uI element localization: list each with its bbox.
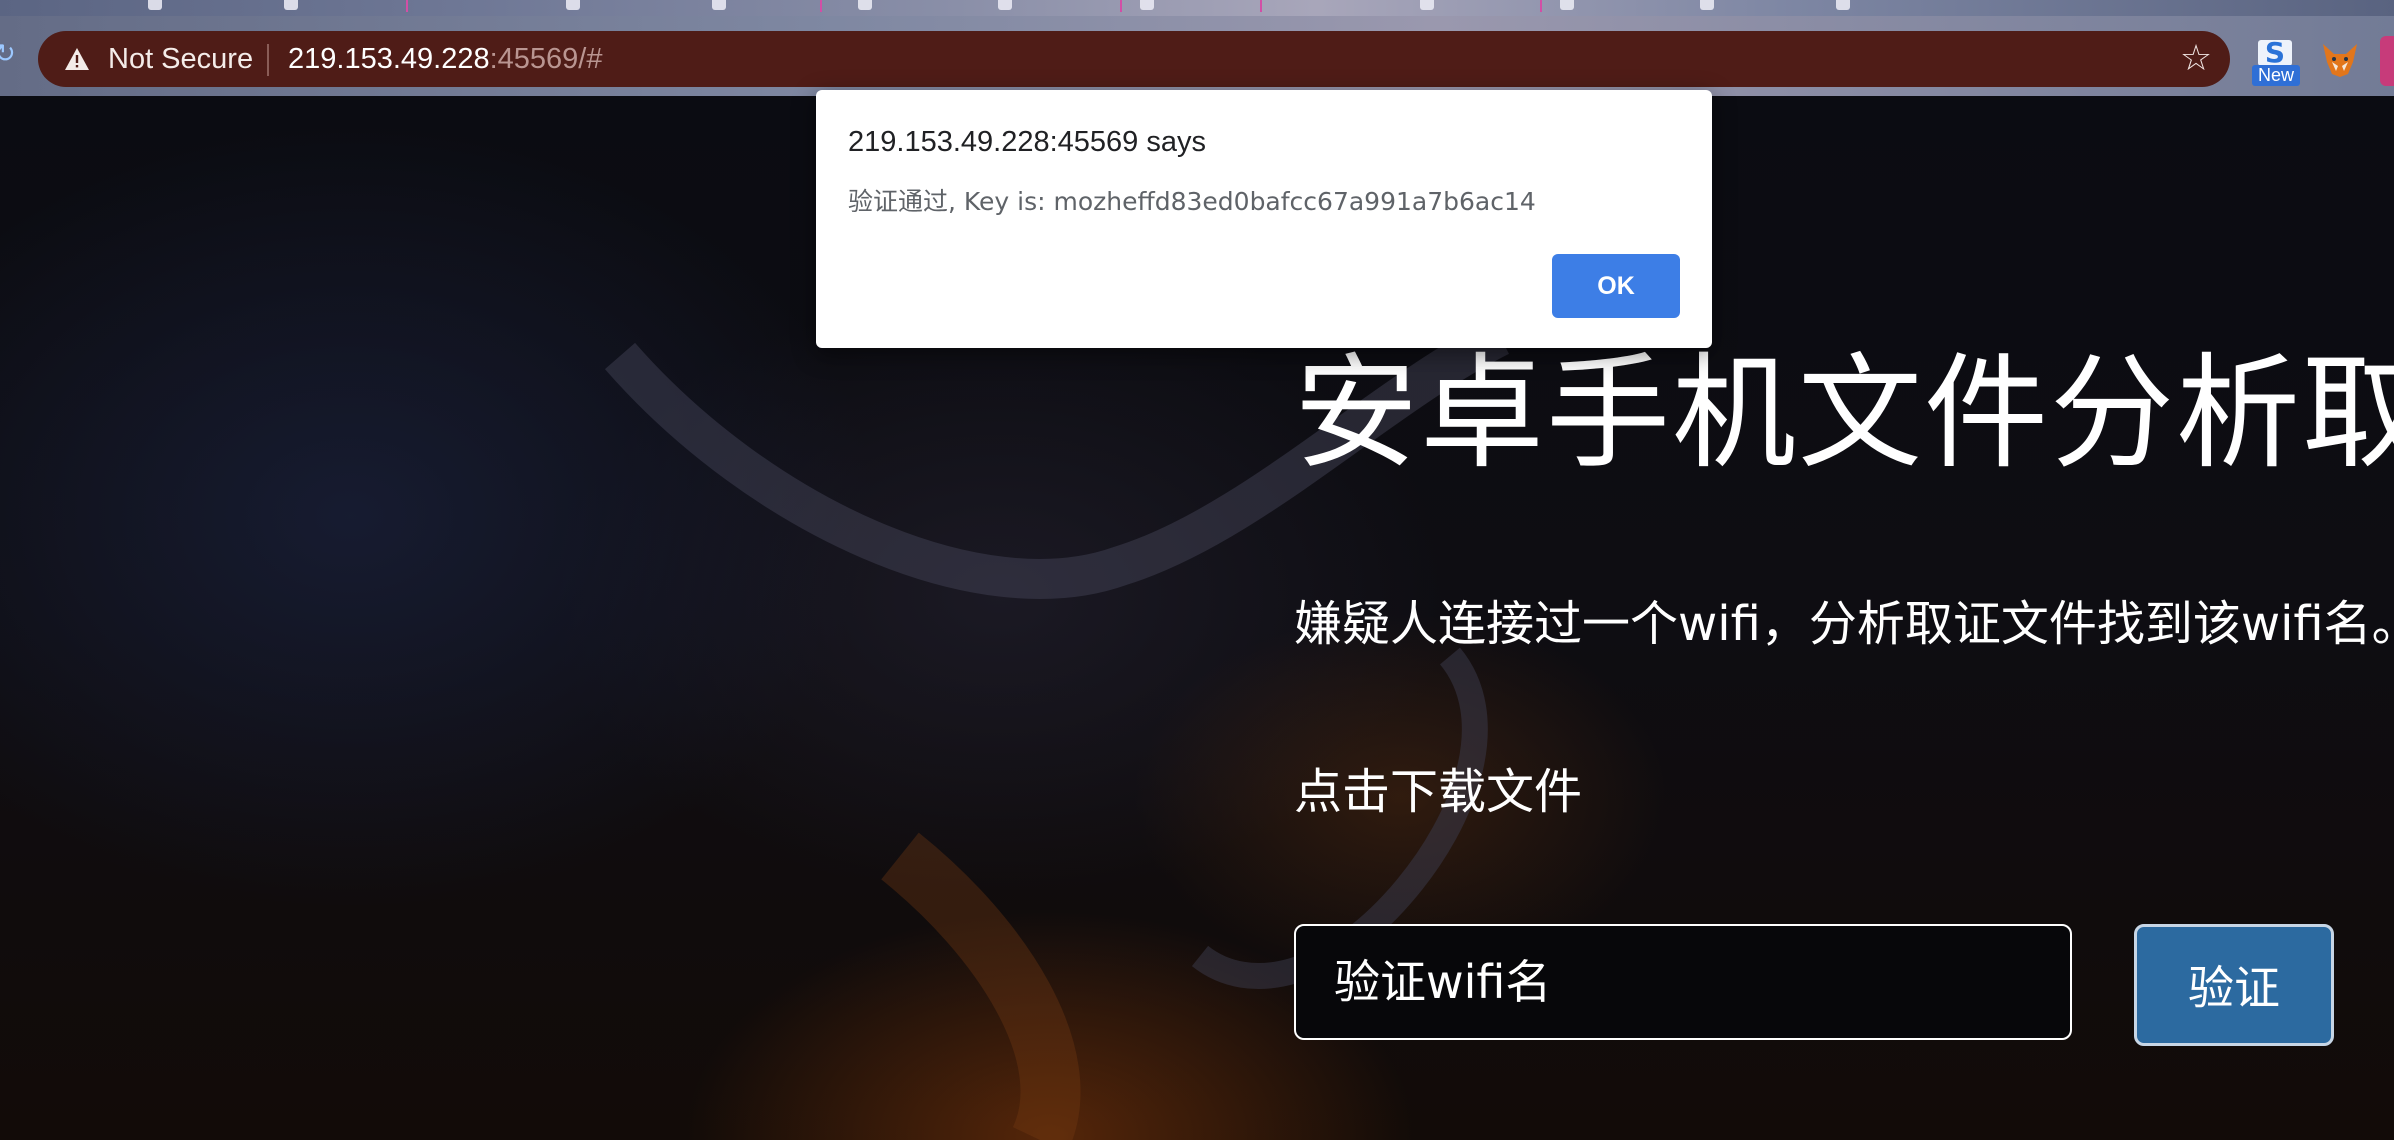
fox-extension-icon[interactable] — [2320, 40, 2360, 80]
tab-strip — [0, 0, 2394, 16]
page-title: 安卓手机文件分析取 — [1294, 342, 2394, 486]
reload-icon[interactable]: ↻ — [0, 40, 16, 66]
tab-separator — [1120, 0, 1122, 12]
ok-button[interactable]: OK — [1552, 254, 1680, 318]
wifi-name-input[interactable] — [1294, 924, 2072, 1040]
tab-favicon-icon[interactable] — [1420, 0, 1434, 10]
tab-favicon-icon[interactable] — [1836, 0, 1850, 10]
tab-favicon-icon[interactable] — [858, 0, 872, 10]
new-badge-extension-icon[interactable]: S New — [2252, 38, 2300, 86]
url-path: :45569/# — [489, 43, 603, 75]
tab-favicon-icon[interactable] — [712, 0, 726, 10]
extension-letter: S — [2258, 39, 2292, 67]
tab-favicon-icon[interactable] — [1140, 0, 1154, 10]
url-host: 219.153.49.228 — [288, 43, 490, 75]
tab-favicon-icon[interactable] — [284, 0, 298, 10]
tab-separator — [1540, 0, 1542, 12]
challenge-description: 嫌疑人连接过一个wifi，分析取证文件找到该wifi名。 — [1294, 596, 2394, 652]
alert-dialog: 219.153.49.228:45569 says 验证通过, Key is: … — [816, 90, 1712, 348]
tab-separator — [406, 0, 408, 12]
star-icon[interactable]: ☆ — [2178, 40, 2214, 76]
security-status-label[interactable]: Not Secure — [108, 43, 253, 75]
tab-favicon-icon[interactable] — [1560, 0, 1574, 10]
tab-favicon-icon[interactable] — [148, 0, 162, 10]
tab-favicon-icon[interactable] — [566, 0, 580, 10]
warning-icon[interactable] — [64, 47, 90, 71]
extension-new-badge: New — [2252, 65, 2300, 86]
download-file-link[interactable]: 点击下载文件 — [1294, 760, 1582, 824]
browser-window: ↻ Not Secure 219.153.49.228:45569/# ☆ S … — [0, 0, 2394, 1140]
tab-separator — [1260, 0, 1262, 12]
url-text[interactable]: 219.153.49.228:45569/# — [288, 43, 602, 75]
verify-button[interactable]: 验证 — [2134, 924, 2334, 1046]
alert-message: 验证通过, Key is: mozheffd83ed0bafcc67a991a7… — [848, 187, 1536, 216]
tab-favicon-icon[interactable] — [998, 0, 1012, 10]
address-bar-divider — [267, 44, 269, 76]
extension-edge-icon[interactable] — [2380, 36, 2394, 86]
tab-separator — [820, 0, 822, 12]
tab-favicon-icon[interactable] — [1700, 0, 1714, 10]
alert-origin: 219.153.49.228:45569 says — [848, 126, 1206, 158]
